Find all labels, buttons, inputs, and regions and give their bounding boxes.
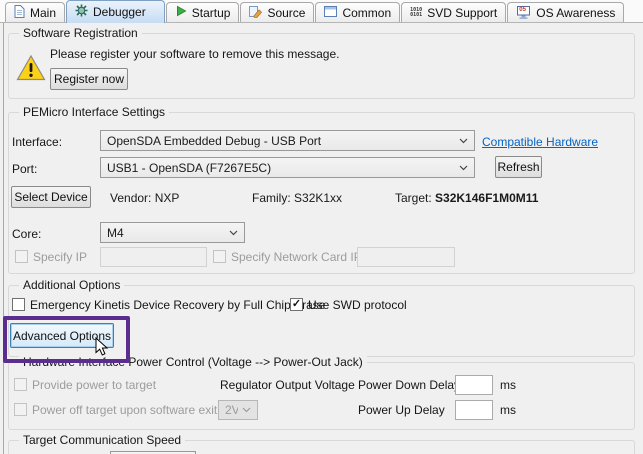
debug-icon (75, 4, 88, 20)
chevron-down-icon (459, 165, 468, 171)
tab-label: Startup (191, 5, 231, 20)
voltage-dropdown[interactable]: 2V (218, 400, 258, 420)
ms-unit-label: ms (500, 403, 516, 417)
emergency-recovery-label: Emergency Kinetis Device Recovery by Ful… (30, 298, 326, 312)
interface-label: Interface: (12, 135, 63, 149)
mouse-cursor (95, 336, 109, 359)
debug-configuration-panel: Main Debugger Startup Source Common 1010… (0, 0, 643, 454)
vendor-info: Vendor: NXP (110, 191, 179, 205)
port-label: Port: (12, 162, 38, 176)
power-off-checkbox[interactable] (14, 403, 27, 416)
source-icon (249, 5, 263, 21)
tab-bar: Main Debugger Startup Source Common 1010… (0, 0, 643, 23)
interface-value: OpenSDA Embedded Debug - USB Port (107, 133, 322, 148)
compatible-hardware-link[interactable]: Compatible Hardware (482, 135, 598, 149)
left-panel-border (3, 23, 4, 454)
port-value: USB1 - OpenSDA (F7267E5C) (107, 160, 272, 175)
group-title: Software Registration (19, 26, 142, 40)
use-swd-label: Use SWD protocol (308, 298, 407, 312)
provide-power-checkbox[interactable] (14, 378, 27, 391)
family-value: S32K1xx (294, 191, 343, 205)
specify-network-input[interactable] (357, 247, 455, 267)
specify-ip-checkbox[interactable] (15, 250, 28, 263)
registration-message: Please register your software to remove … (50, 47, 340, 61)
vendor-value: NXP (154, 191, 180, 205)
register-now-button[interactable]: Register now (50, 68, 128, 90)
binary-icon: 1010 0101 (410, 7, 423, 18)
chevron-down-icon (229, 230, 238, 236)
group-title: PEMicro Interface Settings (19, 105, 170, 119)
power-up-delay-input[interactable] (455, 400, 493, 420)
tab-source[interactable]: Source (240, 2, 315, 22)
window-icon (324, 5, 338, 20)
check-icon: ✓ (291, 298, 302, 310)
tab-main[interactable]: Main (5, 2, 66, 22)
family-label: Family: (252, 191, 291, 205)
core-value: M4 (107, 225, 124, 240)
tab-label: SVD Support (427, 5, 498, 20)
chevron-down-icon (459, 138, 468, 144)
monitor-icon: 05 (516, 6, 531, 19)
tab-label: Common (342, 5, 392, 20)
specify-ip-label: Specify IP (33, 250, 88, 264)
tab-label: Debugger (93, 5, 146, 19)
voltage-value: 2V (225, 403, 238, 417)
play-icon (175, 5, 187, 20)
tab-os-awareness[interactable]: 05 OS Awareness (507, 2, 625, 22)
tab-label: OS Awareness (536, 5, 616, 20)
family-info: Family: S32K1xx (252, 191, 342, 205)
tab-label: Source (267, 5, 306, 20)
refresh-button[interactable]: Refresh (495, 156, 542, 178)
chevron-down-icon (242, 407, 251, 413)
provide-power-label: Provide power to target (32, 378, 157, 392)
highlight-annotation (3, 316, 130, 363)
interface-dropdown[interactable]: OpenSDA Embedded Debug - USB Port (100, 130, 475, 151)
vendor-label: Vendor: (110, 191, 152, 205)
emergency-recovery-checkbox[interactable] (12, 298, 25, 311)
use-swd-checkbox[interactable]: ✓ (290, 298, 303, 311)
power-down-delay-label: Power Down Delay (358, 378, 461, 392)
group-title: Additional Options (19, 278, 125, 292)
port-dropdown[interactable]: USB1 - OpenSDA (F7267E5C) (100, 157, 475, 178)
tab-startup[interactable]: Startup (165, 2, 240, 22)
ms-unit-label: ms (500, 378, 516, 392)
document-icon (14, 4, 25, 21)
power-off-label: Power off target upon software exit (32, 403, 218, 417)
target-value: S32K146F1M0M11 (435, 191, 539, 205)
regulator-voltage-label: Regulator Output Voltage (220, 378, 355, 392)
target-label: Target: (395, 191, 432, 205)
os-badge: 05 (519, 7, 526, 13)
power-up-delay-label: Power Up Delay (358, 403, 445, 417)
core-label: Core: (12, 227, 42, 241)
tab-common[interactable]: Common (315, 2, 401, 22)
target-speed-group: Target Communication Speed (8, 433, 635, 454)
tab-label: Main (30, 5, 57, 20)
power-control-group: Hardware Interface Power Control (Voltag… (8, 355, 635, 430)
warning-icon (16, 54, 46, 85)
power-down-delay-input[interactable] (455, 375, 493, 395)
specify-network-label: Specify Network Card IP (231, 250, 362, 264)
select-device-button[interactable]: Select Device (11, 186, 91, 208)
specify-ip-input[interactable] (100, 247, 207, 267)
tab-svd-support[interactable]: 1010 0101 SVD Support (401, 2, 507, 22)
specify-network-checkbox[interactable] (213, 250, 226, 263)
tab-debugger[interactable]: Debugger (66, 0, 165, 23)
target-info: Target: S32K146F1M0M11 (395, 191, 538, 205)
core-dropdown[interactable]: M4 (100, 222, 245, 243)
group-title: Target Communication Speed (19, 433, 186, 447)
